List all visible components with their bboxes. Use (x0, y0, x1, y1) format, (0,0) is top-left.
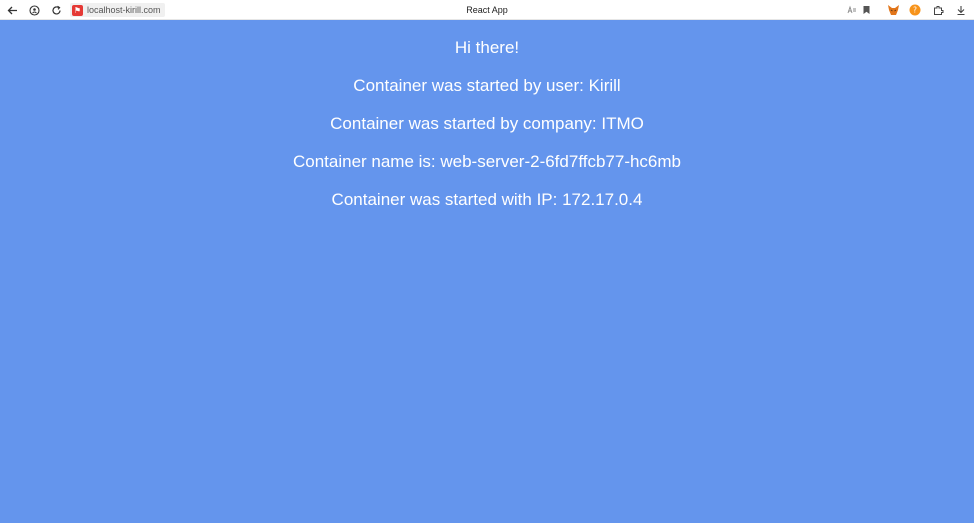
bookmark-icon[interactable] (859, 3, 873, 17)
greeting-text: Hi there! (454, 38, 520, 57)
site-info-icon[interactable] (26, 2, 42, 18)
company-line: Container was started by company: ITMO (330, 114, 644, 133)
container-name-line: Container name is: web-server-2-6fd7ffcb… (292, 152, 682, 171)
site-favicon-icon: ⚑ (72, 4, 83, 16)
reader-mode-icon[interactable] (845, 3, 859, 17)
address-bar[interactable]: ⚑ localhost-kirill.com (70, 3, 165, 17)
svg-text:?: ? (913, 6, 917, 15)
tab-title: React App (466, 5, 508, 15)
url-text: localhost-kirill.com (87, 5, 161, 15)
orange-extension-icon[interactable]: ? (908, 3, 922, 17)
fox-extension-icon[interactable] (886, 3, 900, 17)
extensions-icon[interactable] (931, 3, 945, 17)
reload-icon[interactable] (48, 2, 64, 18)
browser-toolbar: ⚑ localhost-kirill.com React App ? (0, 0, 974, 20)
app-page: Hi there! Container was started by user:… (0, 20, 974, 523)
ip-line: Container was started with IP: 172.17.0.… (331, 190, 643, 209)
user-line: Container was started by user: Kirill (353, 76, 621, 95)
download-icon[interactable] (954, 3, 968, 17)
back-arrow-icon[interactable] (4, 2, 20, 18)
